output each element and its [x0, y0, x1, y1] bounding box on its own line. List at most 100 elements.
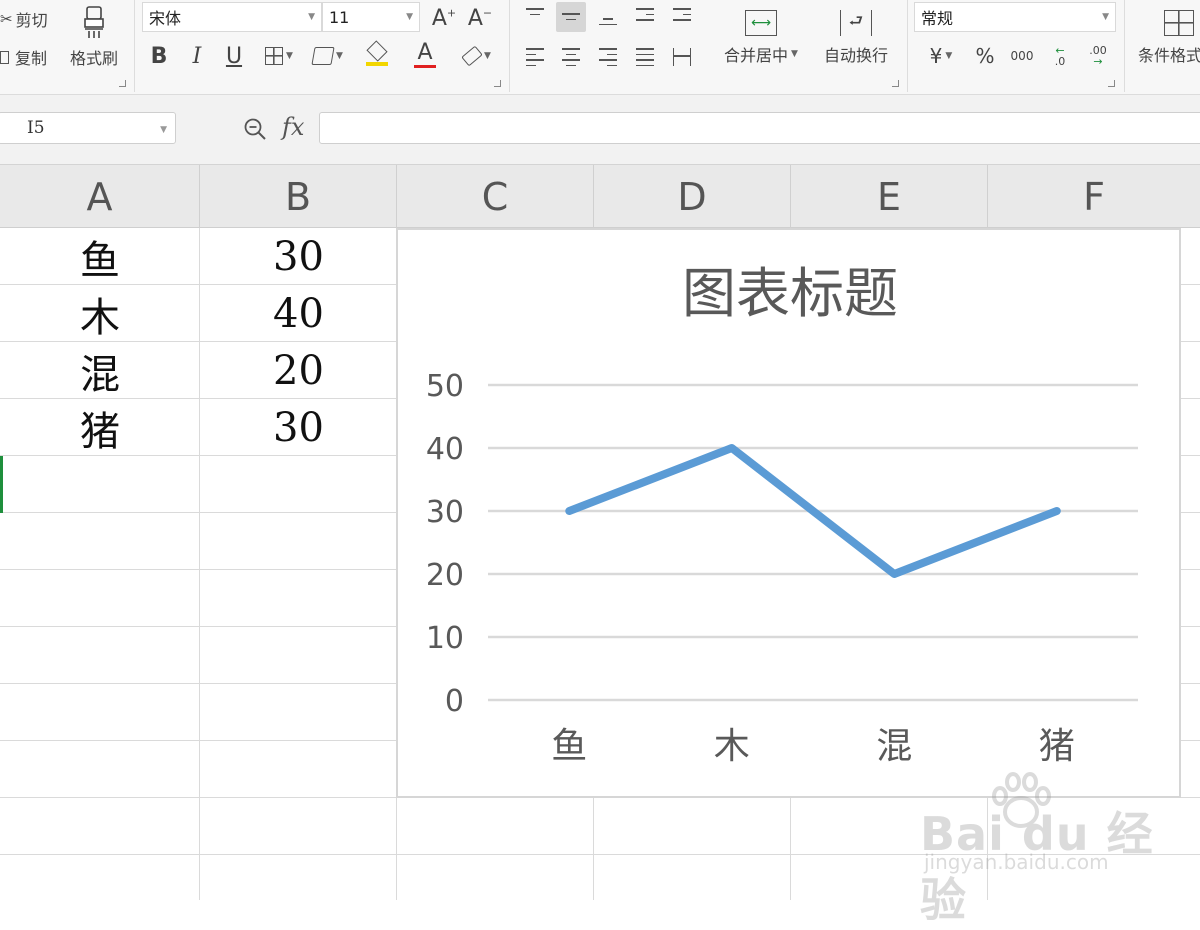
y-tick-label: 30	[426, 495, 464, 530]
chevron-down-icon: ▼	[336, 51, 343, 61]
fill-color-button[interactable]	[356, 40, 398, 70]
cell-style-button[interactable]: ▼	[307, 42, 349, 70]
align-middle-button[interactable]	[556, 2, 586, 32]
font-name-dropdown[interactable]: 宋体 ▼	[142, 2, 322, 32]
outdent-icon	[636, 8, 654, 25]
x-tick-label: 猪	[1039, 726, 1075, 767]
align-middle-icon	[562, 13, 580, 24]
font-group-launcher[interactable]	[494, 80, 501, 87]
increase-decimal-button[interactable]: ← .0	[1044, 42, 1076, 70]
align-left-button[interactable]	[520, 42, 550, 72]
formula-bar: I5 ▼ fx	[0, 95, 1200, 165]
distributed-align-button[interactable]	[667, 42, 697, 72]
distribute-icon	[673, 48, 691, 66]
decrease-font-size-button[interactable]: A−	[466, 4, 494, 32]
chevron-down-icon: ▼	[484, 51, 491, 61]
chevron-down-icon: ▼	[286, 51, 293, 61]
font-size-dropdown[interactable]: 11 ▼	[322, 2, 420, 32]
number-format-dropdown[interactable]: 常规 ▼	[914, 2, 1116, 32]
zoom-icon[interactable]	[243, 117, 267, 141]
align-right-button[interactable]	[593, 42, 623, 72]
cell-a4[interactable]: 猪	[0, 399, 200, 456]
copy-icon	[0, 50, 9, 64]
decrease-indent-button[interactable]	[630, 2, 660, 32]
cell-b4[interactable]: 30	[200, 399, 397, 456]
borders-button[interactable]: ▼	[258, 42, 300, 70]
chevron-down-icon: ▼	[945, 51, 953, 61]
column-header-c[interactable]: C	[397, 165, 594, 228]
arrow-right-icon: →	[1093, 55, 1103, 68]
align-bottom-icon	[599, 18, 617, 29]
column-header-a[interactable]: A	[0, 165, 200, 228]
column-header-b[interactable]: B	[200, 165, 397, 228]
insert-function-button[interactable]: fx	[282, 113, 304, 141]
alignment-group-launcher[interactable]	[892, 80, 899, 87]
align-right-icon	[599, 48, 617, 70]
font-color-button[interactable]: A	[404, 40, 446, 70]
copy-button[interactable]: 复制	[0, 44, 47, 70]
cell-style-icon	[311, 47, 335, 65]
chevron-down-icon: ▼	[791, 49, 798, 59]
chevron-down-icon: ▼	[160, 125, 167, 135]
merge-center-label-wrap: 合并居中 ▼	[724, 46, 798, 65]
italic-button[interactable]: I	[184, 42, 210, 70]
align-top-button[interactable]	[520, 2, 550, 32]
column-header-row: A B C D E F	[0, 165, 1200, 228]
column-header-d[interactable]: D	[594, 165, 791, 228]
merge-center-button[interactable]: ⟷ 合并居中 ▼	[716, 4, 806, 72]
data-point	[1053, 507, 1061, 515]
chart-canvas: 图表标题 0 10 20 30 40 50 鱼 木 混 猪	[426, 262, 1138, 767]
percent-button[interactable]: %	[970, 42, 1000, 70]
y-tick-label: 10	[426, 621, 464, 656]
cell-a1[interactable]: 鱼	[0, 228, 200, 285]
cell-a3[interactable]: 混	[0, 342, 200, 399]
row-selection-indicator	[0, 456, 3, 513]
chevron-down-icon: ▼	[308, 12, 315, 22]
increase-font-size-button[interactable]: A+	[430, 4, 458, 32]
eraser-icon	[461, 45, 483, 67]
data-point	[890, 570, 898, 578]
column-header-e[interactable]: E	[791, 165, 988, 228]
chart-title: 图表标题	[682, 262, 898, 325]
format-painter-button[interactable]: 格式刷	[60, 2, 128, 72]
align-bottom-button[interactable]	[593, 2, 623, 32]
wrap-text-icon: ⮐	[840, 10, 872, 36]
magnifier-icon	[244, 118, 266, 140]
justify-button[interactable]	[630, 42, 660, 72]
align-left-icon	[526, 48, 544, 70]
currency-button[interactable]: ¥ ▼	[920, 42, 962, 70]
y-tick-label: 0	[445, 684, 464, 719]
increase-indent-button[interactable]	[667, 2, 697, 32]
decrease-decimal-button[interactable]: .00 →	[1082, 42, 1114, 70]
clipboard-group-launcher[interactable]	[119, 80, 126, 87]
y-tick-label: 50	[426, 369, 464, 404]
align-top-icon	[526, 8, 544, 19]
bold-button[interactable]: B	[146, 42, 172, 70]
watermark-url: jingyan.baidu.com	[924, 850, 1109, 874]
font-color-swatch	[414, 64, 436, 68]
paint-bucket-icon	[366, 40, 388, 62]
conditional-format-icon	[1164, 10, 1194, 36]
cell-b3[interactable]: 20	[200, 342, 397, 399]
wrap-text-button[interactable]: ⮐ 自动换行	[816, 4, 896, 72]
column-header-f[interactable]: F	[988, 165, 1200, 228]
cell-a2[interactable]: 木	[0, 285, 200, 342]
align-center-icon	[562, 48, 580, 70]
x-tick-label: 混	[876, 726, 912, 767]
formula-input[interactable]	[319, 112, 1200, 144]
baidu-watermark: Bai du 经验 jingyan.baidu.com	[920, 770, 1190, 927]
justify-icon	[636, 48, 654, 70]
ribbon-separator	[134, 0, 135, 92]
cell-b2[interactable]: 40	[200, 285, 397, 342]
chevron-down-icon: ▼	[1102, 12, 1109, 22]
underline-button[interactable]: U	[221, 42, 247, 70]
name-box[interactable]: I5 ▼	[0, 112, 176, 144]
line-chart[interactable]: 图表标题 0 10 20 30 40 50 鱼 木 混 猪	[396, 228, 1181, 798]
conditional-format-button[interactable]: 条件格式	[1134, 4, 1200, 72]
clear-button[interactable]: ▼	[456, 42, 498, 70]
number-group-launcher[interactable]	[1108, 80, 1115, 87]
align-center-button[interactable]	[556, 42, 586, 72]
cut-button[interactable]: ✂ 剪切	[0, 6, 48, 32]
cell-b1[interactable]: 30	[200, 228, 397, 285]
thousands-separator-button[interactable]: 000	[1006, 42, 1038, 70]
